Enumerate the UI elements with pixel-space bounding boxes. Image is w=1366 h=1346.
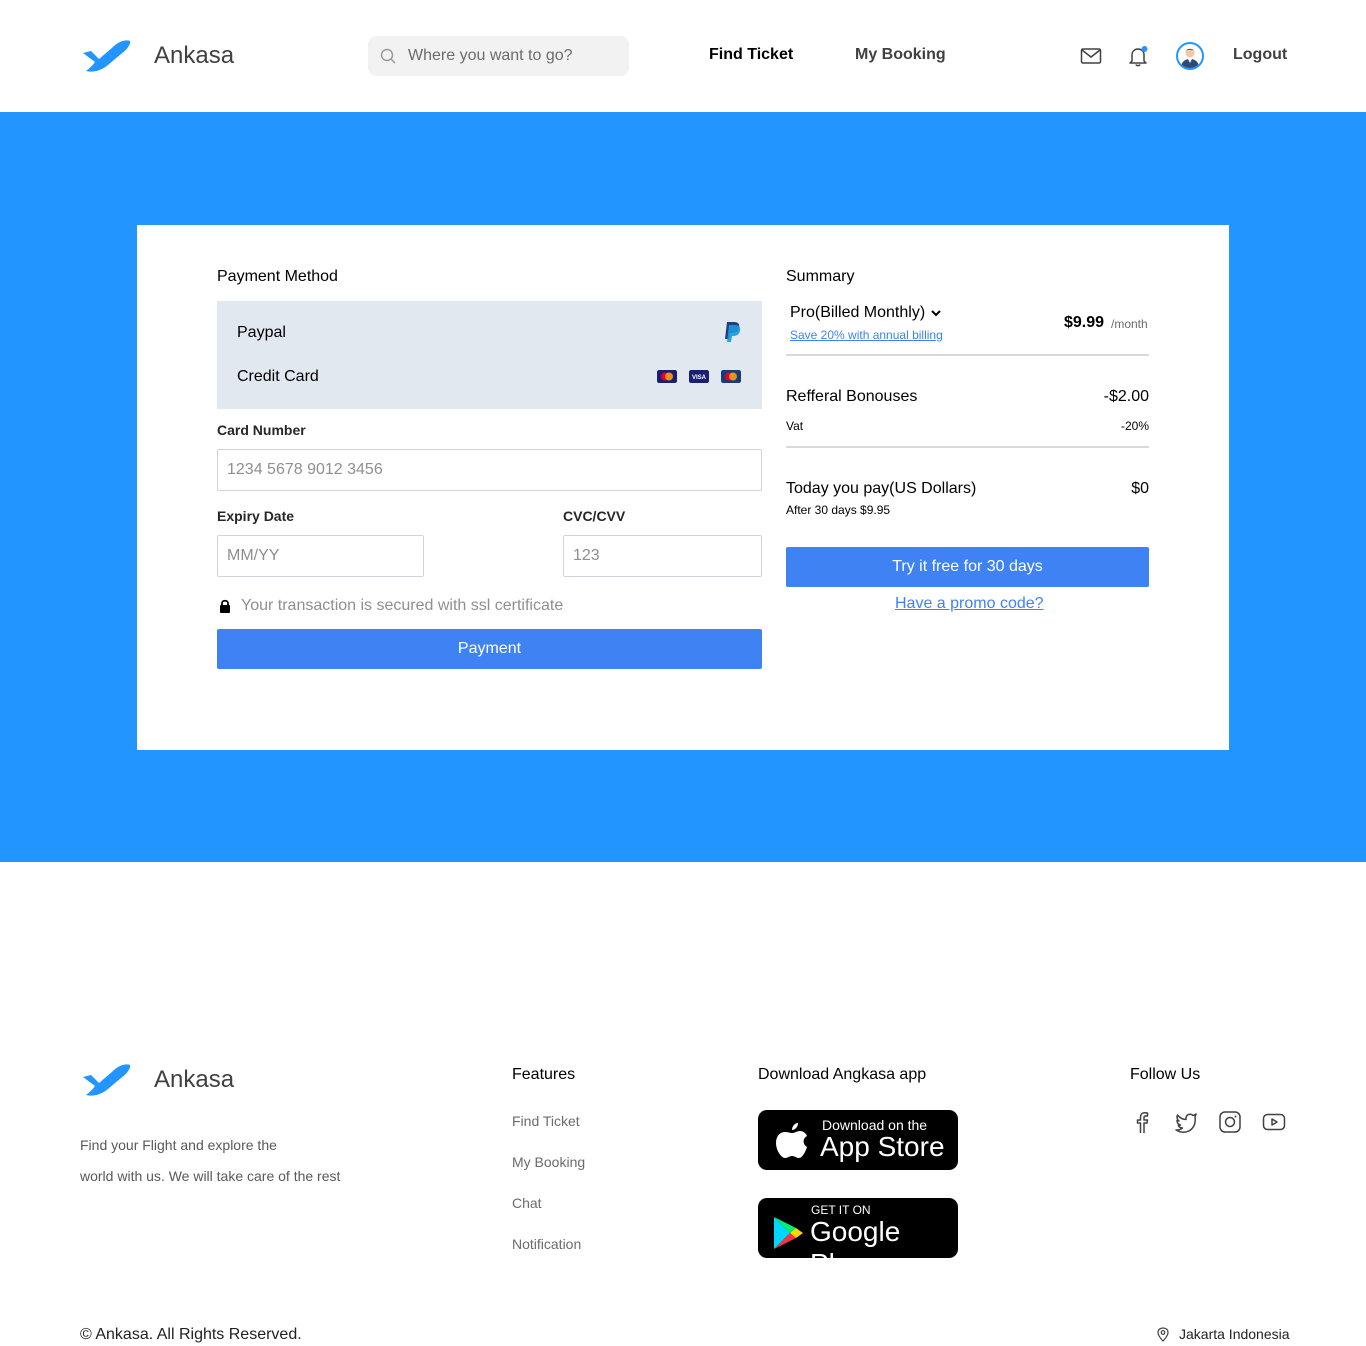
method-credit-card[interactable]: Credit Card <box>237 368 319 386</box>
svg-text:VISA: VISA <box>692 375 707 381</box>
twitter-icon[interactable] <box>1174 1110 1198 1134</box>
after-trial-label: After 30 days $9.95 <box>786 503 891 517</box>
chevron-down-icon <box>931 309 941 316</box>
method-paypal[interactable]: Paypal <box>237 324 286 342</box>
bell-icon[interactable] <box>1127 45 1149 67</box>
today-pay-label: Today you pay(US Dollars) <box>786 480 977 497</box>
features-heading: Features <box>512 1066 576 1083</box>
copyright-text: © Ankasa. All Rights Reserved. <box>80 1326 302 1343</box>
map-pin-icon <box>1157 1326 1169 1342</box>
expiry-date-input[interactable] <box>217 535 424 577</box>
footer-link-my-booking[interactable]: My Booking <box>512 1154 585 1170</box>
plan-select[interactable]: Pro(Billed Monthly) <box>790 304 941 322</box>
summary-title: Summary <box>786 268 855 285</box>
app-store-big-text: App Store <box>820 1131 945 1162</box>
plan-price: $9.99 <box>1064 314 1105 331</box>
apple-icon <box>776 1123 807 1158</box>
credit-card-icons: VISA <box>657 370 741 383</box>
today-pay-value: $0 <box>1131 480 1149 497</box>
vat-value: -20% <box>1120 419 1149 433</box>
payment-button[interactable]: Payment <box>217 629 762 669</box>
footer-description-line: world with us. We will take care of the … <box>80 1168 341 1184</box>
follow-heading: Follow Us <box>1130 1066 1201 1083</box>
brand-name: Ankasa <box>154 42 235 69</box>
card-number-label: Card Number <box>217 422 306 438</box>
referral-label: Refferal Bonouses <box>786 388 918 405</box>
summary-divider <box>786 446 1149 448</box>
cvc-label: CVC/CVV <box>563 508 626 524</box>
footer-brand-logo[interactable]: Ankasa <box>80 1062 234 1098</box>
payment-methods: Paypal Credit Card VISA <box>217 301 762 409</box>
footer-description: Find your Flight and explore the world w… <box>80 1130 370 1192</box>
plan-label: Pro(Billed Monthly) <box>790 304 926 321</box>
plane-logo-icon <box>83 1064 131 1096</box>
search-icon <box>380 48 396 64</box>
footer-link-notification[interactable]: Notification <box>512 1236 581 1252</box>
mastercard-icon <box>657 370 677 383</box>
summary-divider <box>786 354 1149 356</box>
maestro-icon <box>721 370 741 383</box>
nav-my-booking[interactable]: My Booking <box>855 46 946 64</box>
footer-description-line: Find your Flight and explore the <box>80 1137 277 1153</box>
cvc-input[interactable] <box>563 535 762 577</box>
brand-name: Ankasa <box>154 1066 235 1093</box>
footer-link-chat[interactable]: Chat <box>512 1195 542 1211</box>
visa-icon: VISA <box>689 370 709 383</box>
promo-code-link[interactable]: Have a promo code? <box>895 595 1044 613</box>
payment-method-title: Payment Method <box>217 268 338 285</box>
search-input[interactable] <box>408 47 608 65</box>
secure-text: Your transaction is secured with ssl cer… <box>241 597 564 614</box>
brand-logo[interactable]: Ankasa <box>80 38 234 74</box>
logout-link[interactable]: Logout <box>1233 46 1287 64</box>
google-play-big-text: Google Play <box>810 1216 901 1279</box>
google-play-small-text: GET IT ON <box>811 1203 871 1217</box>
youtube-icon[interactable] <box>1262 1110 1286 1134</box>
header: Ankasa Find Ticket My Booking Logout <box>0 0 1366 112</box>
referral-value: -$2.00 <box>1103 388 1149 405</box>
plane-logo-icon <box>83 40 131 72</box>
secure-notice: Your transaction is secured with ssl cer… <box>219 597 563 615</box>
location-text: Jakarta Indonesia <box>1179 1326 1290 1342</box>
user-avatar-icon <box>1181 48 1199 68</box>
expiry-date-label: Expiry Date <box>217 508 295 524</box>
lock-icon <box>220 599 230 613</box>
annual-billing-link[interactable]: Save 20% with annual billing <box>790 328 943 342</box>
facebook-icon[interactable] <box>1130 1110 1154 1134</box>
free-trial-button[interactable]: Try it free for 30 days <box>786 547 1149 587</box>
price-period: /month <box>1111 317 1148 331</box>
avatar[interactable] <box>1176 42 1204 70</box>
payment-card: Payment Method Paypal Credit Card VISA C… <box>137 225 1229 750</box>
location: Jakarta Indonesia <box>1157 1326 1290 1342</box>
google-play-icon <box>774 1217 803 1249</box>
instagram-icon[interactable] <box>1218 1110 1242 1134</box>
mail-icon[interactable] <box>1080 45 1102 67</box>
nav-find-ticket[interactable]: Find Ticket <box>709 46 793 64</box>
hero-band: Payment Method Paypal Credit Card VISA C… <box>0 112 1366 862</box>
google-play-badge[interactable]: GET IT ON Google Play <box>758 1198 958 1279</box>
vat-label: Vat <box>786 419 804 433</box>
card-number-input[interactable] <box>217 449 762 491</box>
app-store-badge[interactable]: Download on the App Store <box>758 1110 958 1170</box>
footer-link-find-ticket[interactable]: Find Ticket <box>512 1113 580 1129</box>
search-box[interactable] <box>368 36 629 76</box>
download-heading: Download Angkasa app <box>758 1066 927 1083</box>
paypal-icon <box>725 322 741 342</box>
